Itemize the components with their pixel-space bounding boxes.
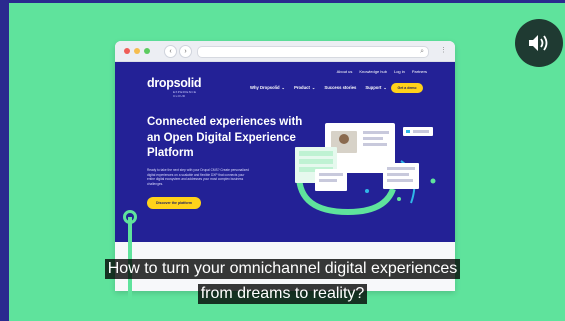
illustration-text-line — [363, 143, 387, 146]
platform-illustration — [295, 123, 436, 216]
illustration-text-line — [319, 173, 343, 176]
nav-item-support[interactable]: Support ⌄ — [365, 85, 387, 90]
illustration-person — [339, 134, 349, 144]
subtitle-line-2: from dreams to reality? — [0, 283, 565, 304]
utility-nav: About us Knowledge hub Log in Partners — [337, 69, 427, 74]
illustration-text-line — [363, 137, 383, 140]
browser-toolbar: ‹ › ⌕ ⋮ — [115, 41, 455, 62]
site-logo-subtitle: EXPERIENCE CLOUD — [173, 90, 196, 98]
chevron-down-icon: ⌄ — [281, 85, 286, 90]
subtitle-text: from dreams to reality? — [197, 284, 368, 304]
illustration-dot — [397, 197, 401, 201]
browser-window: ‹ › ⌕ ⋮ About us Knowledge hub Log in Pa… — [115, 41, 455, 291]
vertical-dots-icon[interactable]: ⋮ — [440, 46, 447, 56]
illustration-text-line — [387, 179, 413, 182]
nav-item-why-dropsolid[interactable]: Why Dropsolid ⌄ — [250, 85, 285, 90]
arrow-right-icon[interactable]: › — [179, 45, 192, 58]
arrow-left-icon[interactable]: ‹ — [164, 45, 177, 58]
illustration-text-line — [319, 179, 337, 182]
chevron-down-icon: ⌄ — [383, 85, 387, 90]
chevron-down-icon: ⌄ — [311, 85, 316, 90]
nav-item-success-stories[interactable]: Success stories — [324, 85, 356, 90]
illustration-tag-dot — [406, 130, 410, 133]
decorative-ring — [123, 210, 137, 224]
illustration-form-field — [299, 159, 333, 164]
get-demo-button[interactable]: Get a demo — [391, 83, 423, 93]
speaker-volume-icon — [529, 35, 548, 51]
window-maximize-dot[interactable] — [144, 48, 150, 54]
utility-link-partners[interactable]: Partners — [412, 69, 427, 74]
utility-link-knowledge-hub[interactable]: Knowledge hub — [359, 69, 387, 74]
site-logo[interactable]: dropsolid — [147, 76, 202, 90]
illustration-dot — [365, 189, 369, 193]
magnifier-icon: ⌕ — [420, 48, 424, 55]
hero-title: Connected experiences with an Open Digit… — [147, 116, 303, 159]
utility-link-login[interactable]: Log in — [394, 69, 405, 74]
logo-sub-line-2: CLOUD — [173, 93, 186, 98]
illustration-text-line — [387, 173, 409, 176]
address-bar[interactable]: ⌕ — [197, 46, 429, 58]
nav-item-product[interactable]: Product ⌄ — [294, 85, 315, 90]
nav-label: Why Dropsolid — [250, 85, 280, 90]
subtitle-line-1: How to turn your omnichannel digital exp… — [0, 258, 565, 279]
discover-platform-button[interactable]: Discover the platform — [147, 197, 201, 209]
window-close-dot[interactable] — [124, 48, 130, 54]
illustration-text-line — [363, 131, 389, 134]
illustration-text-line — [387, 167, 415, 170]
website-hero: About us Knowledge hub Log in Partners d… — [115, 62, 455, 242]
illustration-dot — [430, 178, 436, 184]
nav-label: Success stories — [324, 85, 357, 90]
main-nav: Why Dropsolid ⌄ Product ⌄ Success stories … — [250, 85, 387, 90]
illustration-tag-line — [413, 130, 429, 133]
illustration-form-field — [299, 151, 333, 156]
nav-label: Support — [365, 85, 382, 90]
utility-link-about[interactable]: About us — [337, 69, 353, 74]
window-minimize-dot[interactable] — [134, 48, 140, 54]
frame-border-top — [0, 0, 565, 3]
nav-label: Product — [294, 85, 310, 90]
sound-toggle-button[interactable] — [515, 19, 563, 67]
hero-description: Ready to take the next step with your Dr… — [147, 168, 249, 186]
subtitle-text: How to turn your omnichannel digital exp… — [104, 259, 461, 279]
